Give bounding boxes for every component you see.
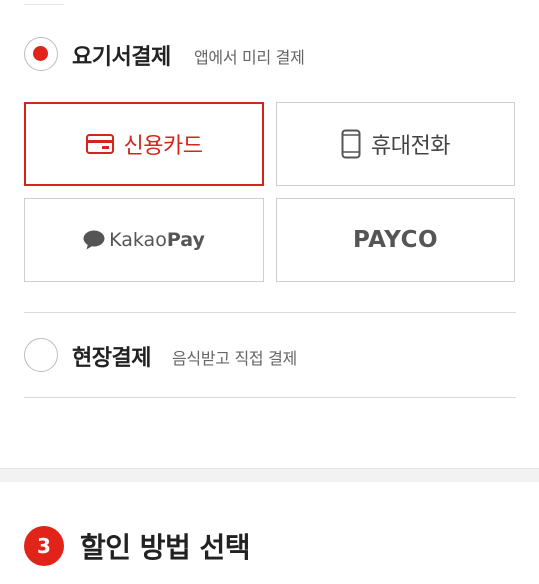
kakaopay-button[interactable]: KakaoPay [24, 198, 264, 282]
onsite-payment-title: 현장결제 [72, 346, 151, 371]
radio-selected-dot [33, 46, 48, 61]
online-payment-subtitle: 앱에서 미리 결제 [194, 48, 305, 67]
section-separator [0, 468, 539, 482]
divider [24, 397, 516, 398]
credit-card-button[interactable]: 신용카드 [24, 102, 264, 186]
divider [24, 312, 516, 313]
onsite-payment-subtitle: 음식받고 직접 결제 [172, 349, 297, 368]
onsite-payment-radio[interactable] [24, 338, 58, 372]
kakao-chat-icon [83, 230, 105, 250]
mobile-phone-label: 휴대전화 [371, 134, 450, 159]
discount-section-title: 할인 방법 선택 [80, 531, 251, 564]
kakaopay-label-prefix: Kakao [109, 229, 167, 251]
mobile-phone-icon [341, 129, 361, 159]
step-number-badge: 3 [24, 526, 64, 566]
online-payment-radio[interactable] [24, 37, 58, 71]
credit-card-label: 신용카드 [123, 134, 203, 159]
kakaopay-label: KakaoPay [109, 229, 205, 251]
kakaopay-label-suffix: Pay [166, 229, 205, 251]
payco-button[interactable]: PAYCO [276, 198, 515, 282]
mobile-phone-button[interactable]: 휴대전화 [276, 102, 515, 186]
payco-label: PAYCO [352, 227, 439, 253]
credit-card-icon [85, 134, 114, 154]
online-payment-title: 요기서결제 [72, 45, 171, 70]
top-divider [24, 0, 64, 5]
